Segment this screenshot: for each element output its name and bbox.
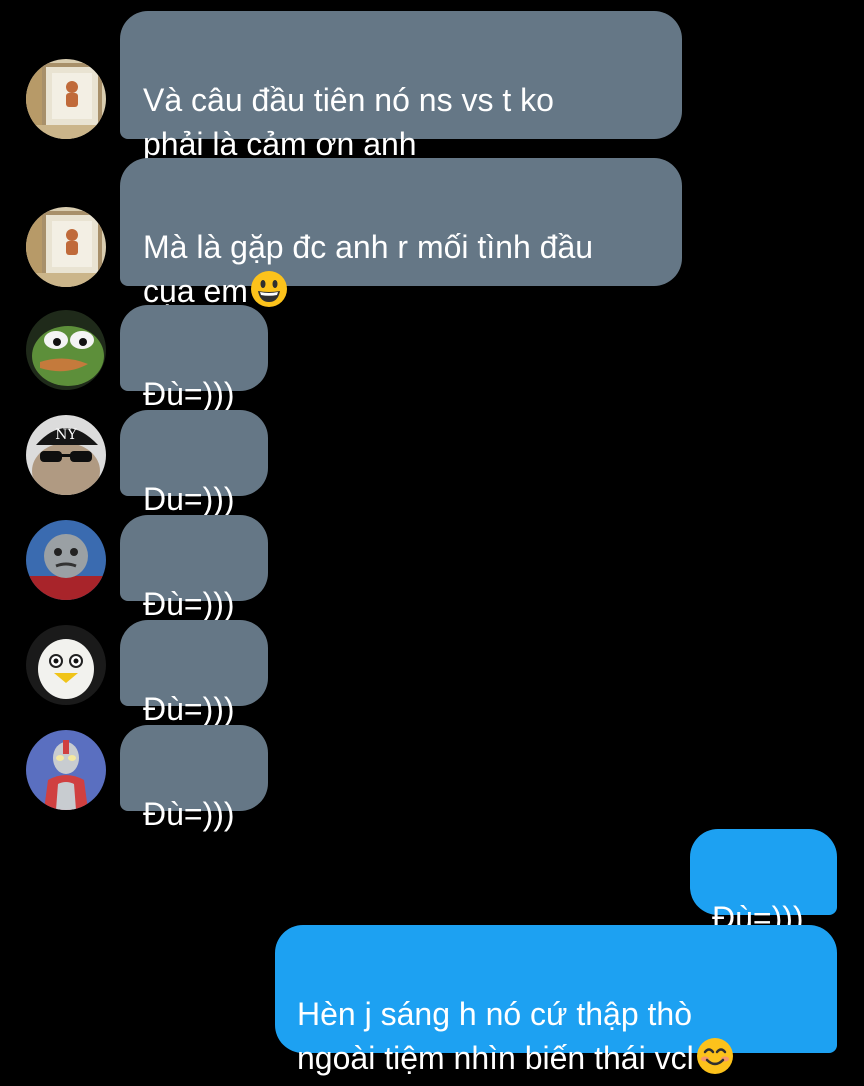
window-figurine-avatar[interactable] bbox=[26, 207, 106, 287]
message-text: Đù=))) bbox=[143, 586, 235, 622]
chat-screen: { "incoming": [ {"text": "Và câu đầu tiê… bbox=[0, 0, 864, 1076]
message-text: Mà là gặp đc anh r mối tình đầu cụa em bbox=[143, 229, 594, 309]
incoming-message-bubble[interactable]: Đù=))) bbox=[120, 620, 268, 727]
incoming-message-bubble[interactable]: Du=))) bbox=[120, 410, 268, 517]
svg-text:NY: NY bbox=[55, 427, 77, 443]
message-text: Đù=))) bbox=[143, 376, 235, 412]
cat-cap-sunglasses-avatar[interactable]: NY bbox=[26, 415, 106, 495]
window-figurine-avatar[interactable] bbox=[26, 59, 106, 139]
incoming-message-bubble[interactable]: Và câu đầu tiên nó ns vs t ko phải là cả… bbox=[120, 11, 682, 162]
thomas-engine-avatar[interactable] bbox=[26, 520, 106, 600]
pengsoo-penguin-avatar-image bbox=[26, 625, 106, 705]
window-figurine-avatar-image bbox=[26, 59, 106, 139]
incoming-message-bubble[interactable]: Đù=))) bbox=[120, 305, 268, 412]
window-figurine-avatar-image bbox=[26, 207, 106, 287]
outgoing-message-bubble[interactable]: Đù=))) bbox=[690, 829, 837, 936]
pepe-frog-avatar-image bbox=[26, 310, 106, 390]
cat-cap-sunglasses-avatar-image: NY bbox=[26, 415, 106, 495]
message-text: Đù=))) bbox=[143, 796, 235, 832]
incoming-message-bubble[interactable]: Mà là gặp đc anh r mối tình đầu cụa em bbox=[120, 158, 682, 309]
outgoing-message-bubble[interactable]: Hèn j sáng h nó cứ thập thò ngoài tiệm n… bbox=[275, 925, 837, 1076]
message-text: Và câu đầu tiên nó ns vs t ko phải là cả… bbox=[143, 82, 554, 162]
incoming-message-bubble[interactable]: Đù=))) bbox=[120, 725, 268, 832]
ultraman-avatar[interactable] bbox=[26, 730, 106, 810]
incoming-message-bubble[interactable]: Đù=))) bbox=[120, 515, 268, 622]
ultraman-avatar-image bbox=[26, 730, 106, 810]
smiling-face-emoji bbox=[696, 1037, 734, 1086]
message-text: Đù=))) bbox=[143, 691, 235, 727]
pepe-frog-avatar[interactable] bbox=[26, 310, 106, 390]
thomas-engine-avatar-image bbox=[26, 520, 106, 600]
pengsoo-penguin-avatar[interactable] bbox=[26, 625, 106, 705]
message-text: Hèn j sáng h nó cứ thập thò ngoài tiệm n… bbox=[297, 996, 694, 1076]
message-text: Du=))) bbox=[143, 481, 235, 517]
